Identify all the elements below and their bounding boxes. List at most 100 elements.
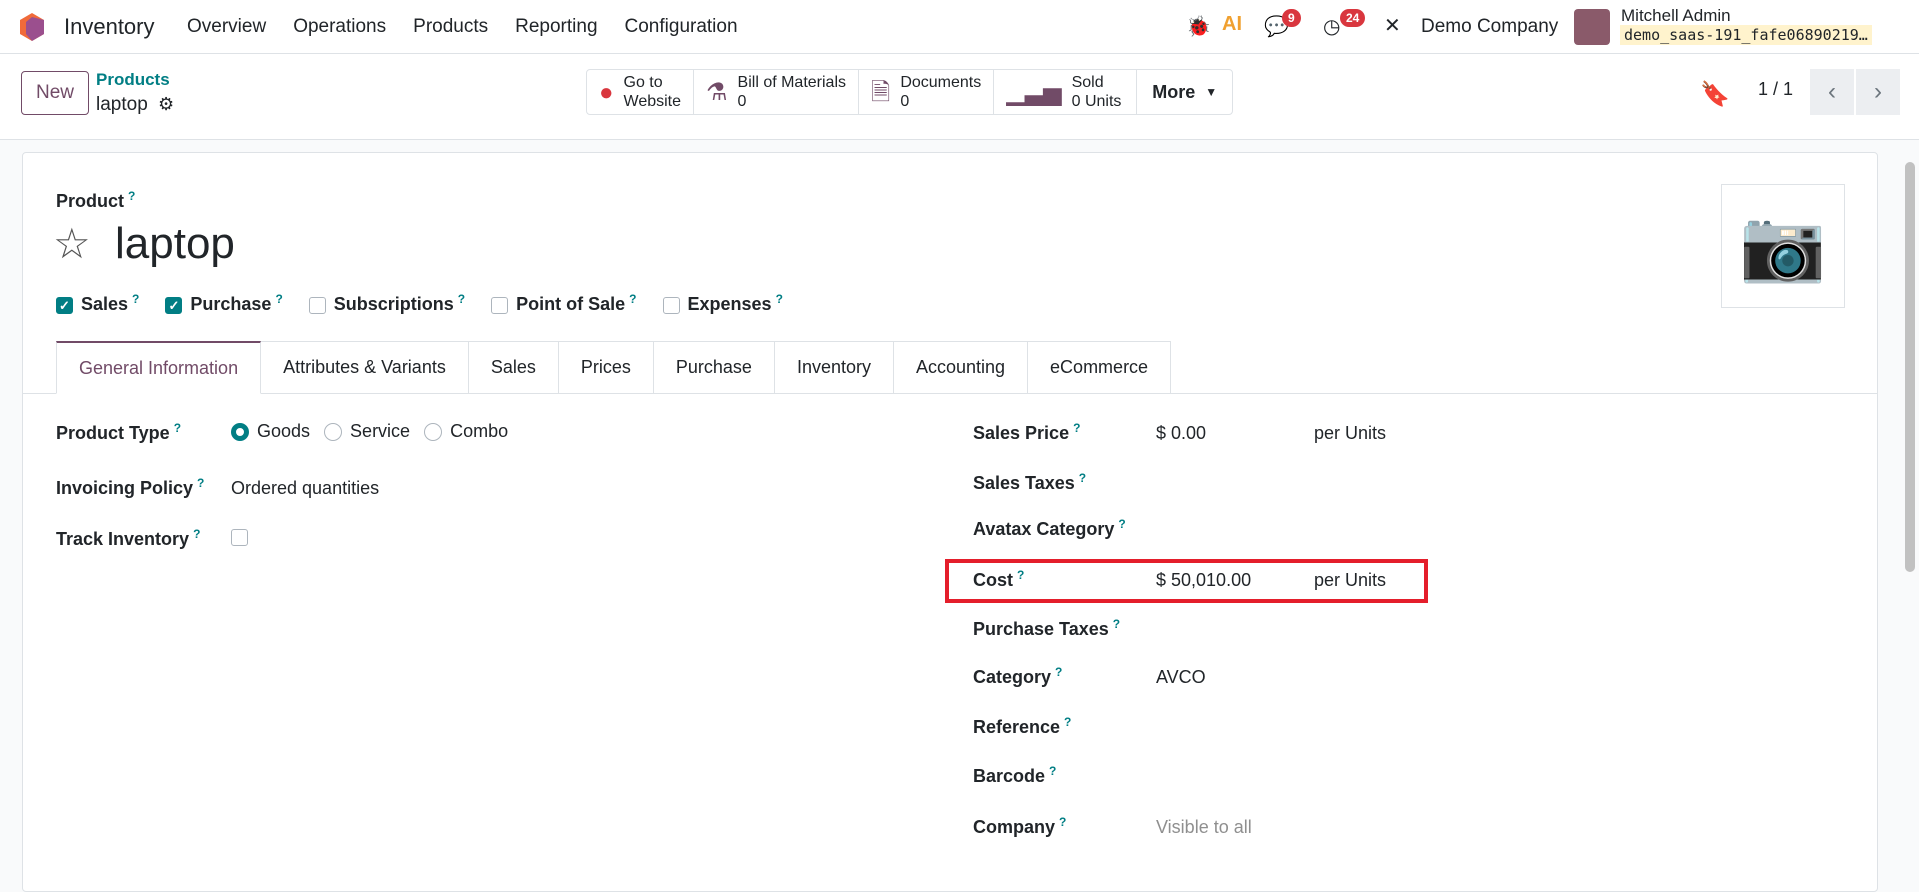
go-to-website-button[interactable]: ● Go to Website bbox=[587, 70, 695, 114]
purchase-checkbox[interactable]: ✓ Purchase? bbox=[165, 292, 283, 315]
help-icon[interactable]: ? bbox=[197, 476, 204, 490]
checkbox: ✓ bbox=[165, 296, 183, 314]
help-icon[interactable]: ? bbox=[1059, 815, 1066, 829]
option-label: Expenses bbox=[687, 294, 772, 314]
cost-highlight-box bbox=[945, 559, 1428, 603]
help-icon[interactable]: ? bbox=[458, 292, 465, 306]
ai-icon[interactable]: AI bbox=[1222, 13, 1242, 36]
chevron-right-icon: › bbox=[1874, 78, 1882, 105]
menu-products[interactable]: Products bbox=[413, 16, 488, 38]
tools-icon[interactable]: ✕ bbox=[1384, 13, 1401, 38]
bill-of-materials-button[interactable]: ⚗ Bill of Materials 0 bbox=[694, 70, 860, 114]
invoicing-policy-select[interactable]: Ordered quantities bbox=[231, 478, 379, 499]
sales-taxes-label: Sales Taxes? bbox=[973, 471, 1087, 493]
company-field[interactable]: Visible to all bbox=[1156, 817, 1252, 838]
stat-value: 0 Units bbox=[1071, 93, 1122, 110]
help-icon[interactable]: ? bbox=[776, 292, 783, 306]
more-button[interactable]: More ▼ bbox=[1137, 70, 1232, 114]
camera-plus-icon: 📷 bbox=[1739, 206, 1827, 284]
help-icon[interactable]: ? bbox=[1055, 665, 1062, 679]
tab-ecommerce[interactable]: eCommerce bbox=[1028, 341, 1172, 394]
help-icon[interactable]: ? bbox=[174, 421, 181, 435]
clock-icon[interactable]: ◷ bbox=[1323, 14, 1340, 39]
menu-operations[interactable]: Operations bbox=[293, 16, 386, 38]
help-icon[interactable]: ? bbox=[1064, 715, 1071, 729]
bug-icon[interactable]: 🐞 bbox=[1186, 14, 1211, 39]
user-name[interactable]: Mitchell Admin bbox=[1621, 6, 1731, 26]
radio-combo[interactable]: Combo bbox=[424, 421, 508, 442]
tab-purchase[interactable]: Purchase bbox=[653, 341, 775, 394]
purchase-taxes-label: Purchase Taxes? bbox=[973, 617, 1121, 639]
option-label: Subscriptions bbox=[333, 294, 454, 314]
reference-label: Reference? bbox=[973, 715, 1072, 737]
document-icon: 🗎 bbox=[871, 78, 891, 106]
tab-general-information[interactable]: General Information bbox=[56, 341, 262, 394]
help-icon[interactable]: ? bbox=[629, 292, 636, 306]
track-inventory-checkbox[interactable] bbox=[231, 529, 248, 546]
help-icon[interactable]: ? bbox=[1118, 517, 1125, 531]
next-button[interactable]: › bbox=[1856, 69, 1900, 115]
gear-icon[interactable]: ⚙ bbox=[158, 94, 174, 115]
pager-value[interactable]: 1 / 1 bbox=[1758, 79, 1793, 100]
tab-accounting[interactable]: Accounting bbox=[893, 341, 1029, 394]
sales-price-field[interactable]: $ 0.00 bbox=[1156, 423, 1206, 444]
stat-value: 0 bbox=[900, 93, 910, 110]
company-switcher[interactable]: Demo Company bbox=[1421, 16, 1558, 38]
breadcrumb-current: laptop bbox=[96, 94, 148, 115]
sold-button[interactable]: ▁▃▅ Sold 0 Units bbox=[994, 70, 1138, 114]
control-panel: New Products laptop ⚙ ● Go to Website ⚗ Bil… bbox=[0, 54, 1919, 140]
menu-overview[interactable]: Overview bbox=[187, 16, 266, 38]
tab-prices[interactable]: Prices bbox=[558, 341, 654, 394]
stat-label: Bill of Materials bbox=[737, 74, 847, 91]
stat-label: Go to bbox=[623, 74, 663, 91]
help-icon[interactable]: ? bbox=[193, 527, 200, 541]
help-icon[interactable]: ? bbox=[1049, 764, 1056, 778]
radio-goods[interactable]: Goods bbox=[231, 421, 310, 442]
category-field[interactable]: AVCO bbox=[1156, 667, 1206, 688]
product-image-upload[interactable]: 📷 bbox=[1721, 184, 1845, 308]
previous-button[interactable]: ‹ bbox=[1810, 69, 1854, 115]
product-name-input[interactable]: laptop bbox=[115, 219, 235, 269]
breadcrumb-products[interactable]: Products bbox=[96, 70, 170, 90]
avatar[interactable] bbox=[1574, 9, 1610, 45]
invoicing-policy-label: Invoicing Policy? bbox=[56, 476, 205, 498]
barcode-label: Barcode? bbox=[973, 764, 1057, 786]
sales-checkbox[interactable]: ✓ Sales? bbox=[56, 292, 139, 315]
help-icon[interactable]: ? bbox=[1079, 471, 1086, 485]
product-label: Product? bbox=[56, 189, 136, 211]
caret-down-icon: ▼ bbox=[1205, 84, 1218, 99]
app-logo-icon[interactable] bbox=[20, 13, 44, 41]
sales-price-label: Sales Price? bbox=[973, 421, 1081, 443]
radio-label: Combo bbox=[450, 421, 509, 441]
help-icon[interactable]: ? bbox=[1113, 617, 1120, 631]
checkbox: ✓ bbox=[56, 296, 73, 314]
point-of-sale-checkbox[interactable]: Point of Sale? bbox=[491, 292, 637, 315]
messages-badge: 9 bbox=[1282, 9, 1301, 27]
favorite-star-icon[interactable]: ☆ bbox=[53, 219, 91, 268]
help-icon[interactable]: ? bbox=[132, 292, 139, 306]
help-icon[interactable]: ? bbox=[1073, 421, 1080, 435]
radio-service[interactable]: Service bbox=[324, 421, 410, 442]
tab-sales[interactable]: Sales bbox=[468, 341, 559, 394]
checkbox bbox=[662, 296, 680, 314]
product-form-sheet: Product? ☆ laptop ✓ Sales? ✓ Purchase? Sub… bbox=[22, 152, 1878, 892]
scrollbar-thumb[interactable] bbox=[1905, 162, 1915, 572]
chevron-left-icon: ‹ bbox=[1828, 78, 1836, 105]
bookmark-icon[interactable]: 🔖 bbox=[1700, 80, 1730, 109]
help-icon[interactable]: ? bbox=[128, 189, 135, 203]
track-inventory-label: Track Inventory? bbox=[56, 527, 201, 549]
menu-configuration[interactable]: Configuration bbox=[625, 16, 738, 38]
expenses-checkbox[interactable]: Expenses? bbox=[662, 292, 783, 315]
flask-icon: ⚗ bbox=[706, 78, 728, 106]
documents-button[interactable]: 🗎 Documents 0 bbox=[859, 70, 995, 114]
new-button[interactable]: New bbox=[21, 71, 89, 115]
stat-value: 0 bbox=[737, 93, 747, 110]
menu-reporting[interactable]: Reporting bbox=[515, 16, 597, 38]
tab-attributes-variants[interactable]: Attributes & Variants bbox=[261, 341, 469, 394]
app-name[interactable]: Inventory bbox=[64, 14, 155, 40]
tab-inventory[interactable]: Inventory bbox=[774, 341, 894, 394]
help-icon[interactable]: ? bbox=[275, 292, 282, 306]
database-name: demo_saas-191_fafe06890219… bbox=[1620, 25, 1872, 45]
subscriptions-checkbox[interactable]: Subscriptions? bbox=[308, 292, 465, 315]
radio bbox=[231, 423, 249, 442]
